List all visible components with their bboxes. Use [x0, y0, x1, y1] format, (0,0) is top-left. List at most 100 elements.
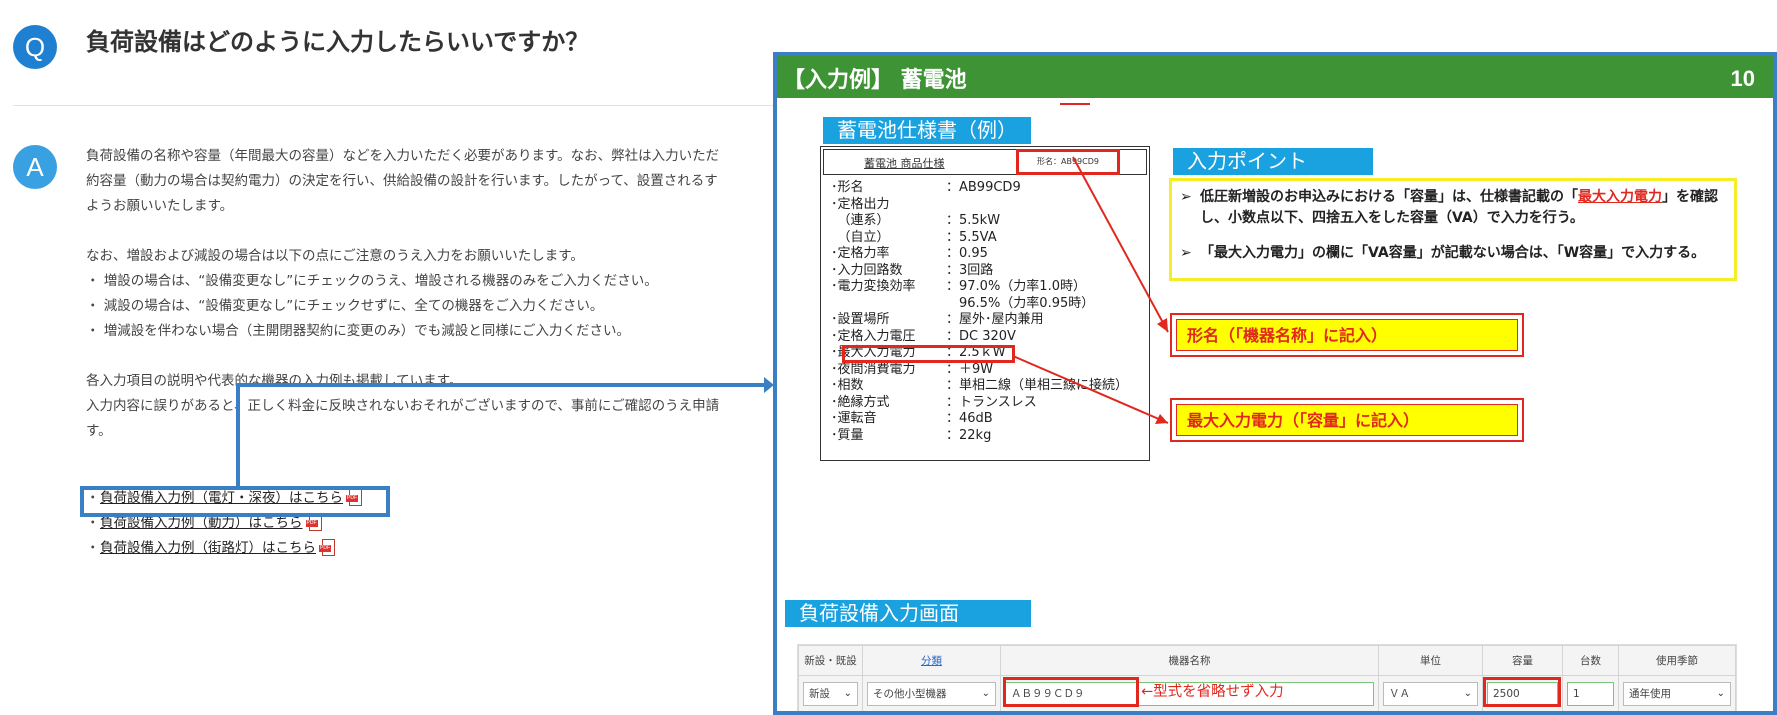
col-header: 使用季節 [1618, 645, 1736, 676]
spec-value: ：5.5VA [946, 229, 997, 245]
callout-capacity: 最大入力電力（「容量」に記入） [1170, 398, 1524, 442]
spec-label: 蓄電池仕様書（例） [823, 117, 1031, 144]
answer-badge: A [13, 145, 57, 189]
spec-value: ：5.5kW [946, 213, 1001, 228]
question-title: 負荷設備はどのように入力したらいいですか？ [86, 28, 590, 56]
spec-key: ･相数 [831, 378, 864, 393]
example-slide: 【入力例】 蓄電池 10 蓄電池仕様書（例） 蓄電池 商品仕様 形名：AB99C… [773, 52, 1777, 715]
answer-line: ・ 増減設を伴わない場合（主開閉器契約に変更のみ）でも減設と同様にご入力ください… [86, 323, 631, 339]
spec-product-name: 蓄電池 商品仕様 [864, 157, 945, 170]
connector-line [236, 383, 766, 387]
spec-row: ･形名 ：AB99CD9 [831, 180, 1128, 197]
device-name-highlight [1003, 677, 1139, 707]
slide-title: 【入力例】 蓄電池 [783, 68, 967, 93]
point-text: 低圧新増設のお申込みにおける「容量」は、仕様書記載の「最大入力電力」を確認し、小… [1200, 189, 1718, 226]
point-item: ➢ 低圧新増設のお申込みにおける「容量」は、仕様書記載の「最大入力電力」を確認し… [1180, 187, 1726, 229]
spec-key: ･形名 [831, 180, 864, 195]
arrow-bullet-icon: ➢ [1180, 245, 1192, 261]
spec-key [831, 296, 946, 313]
spec-key: （連系） [831, 213, 890, 228]
answer-line: す。 [86, 423, 112, 439]
slide-page-number: 10 [1730, 66, 1755, 91]
max-input-highlight [842, 345, 1015, 363]
new-existing-select[interactable]: 新設 ⌄ [803, 681, 858, 706]
connector-line [236, 384, 240, 488]
form-label: 負荷設備入力画面 [785, 600, 1031, 627]
spec-row: ･相数 ：単相二線（単相三線に接続） [831, 378, 1128, 395]
col-header: 新設・既設 [798, 645, 863, 676]
answer-line: ・ 減設の場合は、“設備変更なし”にチェックせずに、全ての機器をご入力ください。 [86, 298, 604, 314]
answer-line [86, 219, 776, 244]
spec-value: ：屋外･屋内兼用 [946, 312, 1044, 327]
col-header: 容量 [1482, 645, 1563, 676]
spec-row: ･夜間消費電力 ：＋9W [831, 362, 1128, 379]
load-equipment-form: 新設・既設 分類 機器名称 単位 容量 台数 使用季節 新設 ⌄ その他小型機器 ⌄… [797, 644, 1737, 711]
category-help-link[interactable]: 分類 [921, 655, 942, 667]
spec-value: ：AB99CD9 [946, 180, 1021, 195]
chevron-down-icon: ⌄ [1463, 688, 1472, 699]
spec-key: ･設置場所 [831, 312, 890, 327]
unit-select[interactable]: ＶＡ ⌄ [1383, 681, 1478, 706]
link-highlight-frame [80, 486, 390, 517]
col-header: 機器名称 [1000, 645, 1379, 676]
count-input[interactable]: 1 [1567, 681, 1614, 706]
answer-line: ・ 増設の場合は、“設備変更なし”にチェックのうえ、増設される機器のみをご入力く… [86, 273, 658, 289]
spec-value: ：3回路 [946, 262, 994, 278]
spec-sheet: 蓄電池 商品仕様 形名：AB99CD9 ･形名 ：AB99CD9 ･定格出力 （連系… [820, 146, 1150, 461]
spec-value: ：＋9W [946, 361, 994, 377]
spec-row: ･設置場所 ：屋外･屋内兼用 [831, 312, 1128, 329]
spec-row: ･定格力率 ：0.95 [831, 246, 1128, 263]
chevron-down-icon: ⌄ [981, 688, 990, 699]
spec-row: （連系） ：5.5kW [831, 213, 1128, 230]
callout-model: 形名（「機器名称」に記入） [1170, 313, 1524, 357]
list-item: ・ 負荷設備入力例（街路灯）はこちら PDF [86, 536, 363, 561]
chevron-down-icon: ⌄ [1716, 688, 1725, 699]
spec-value: 96.5%（力率0.95時） [946, 295, 1095, 311]
answer-line: ようお願いいたします。 [86, 198, 234, 214]
spec-key: ･夜間消費電力 [831, 361, 916, 377]
spec-key: ･電力変換効率 [831, 279, 916, 294]
season-select[interactable]: 通年使用 ⌄ [1623, 681, 1731, 706]
answer-line [86, 344, 776, 369]
col-header: 台数 [1562, 645, 1619, 676]
points-label: 入力ポイント [1173, 148, 1373, 175]
pdf-icon[interactable]: PDF [319, 539, 336, 558]
question-badge: Q [13, 25, 57, 69]
spec-value: ：単相二線（単相三線に接続） [946, 378, 1129, 393]
spec-key: ･質量 [831, 427, 864, 443]
spec-key: ･定格入力電圧 [831, 328, 916, 344]
spec-value: ：46dB [946, 411, 993, 426]
spec-model-box: 形名：AB99CD9 [1016, 149, 1120, 175]
spec-row: ･質量 ：22kg [831, 428, 1128, 445]
spec-row: ･定格出力 [831, 197, 1128, 214]
capacity-highlight [1483, 677, 1561, 707]
spec-header: 蓄電池 商品仕様 形名：AB99CD9 [823, 149, 1147, 175]
spec-key: ･絶縁方式 [831, 394, 890, 410]
answer-body: 負荷設備の名称や容量（年間最大の容量）などを入力いただく必要があります。なお、弊… [86, 144, 776, 444]
spec-key: ･定格出力 [831, 196, 890, 212]
spec-key: ･定格力率 [831, 246, 890, 261]
spec-row: ･運転音 ：46dB [831, 411, 1128, 428]
bullet: ・ [86, 540, 100, 556]
spec-value: ：トランスレス [946, 394, 1037, 410]
spec-row: ･定格入力電圧 ：DC 320V [831, 329, 1128, 346]
category-select[interactable]: その他小型機器 ⌄ [867, 681, 996, 706]
spec-rows: ･形名 ：AB99CD9 ･定格出力 （連系） ：5.5kW （自立） ：5.5VA ･定… [831, 180, 1128, 444]
answer-line: 約容量（動力の場合は契約電力）の決定を行い、供給設備の設計を行います。したがって… [86, 173, 718, 189]
spec-row: ･電力変換効率 ：97.0%（力率1.0時） [831, 279, 1128, 296]
col-header: 単位 [1378, 645, 1483, 676]
spec-value: ：97.0%（力率1.0時） [946, 279, 1086, 294]
slide-header: 【入力例】 蓄電池 10 [777, 56, 1773, 98]
arrow-bullet-icon: ➢ [1180, 189, 1192, 205]
input-points: ➢ 低圧新増設のお申込みにおける「容量」は、仕様書記載の「最大入力電力」を確認し… [1169, 178, 1737, 281]
spec-row: （自立） ：5.5VA [831, 230, 1128, 247]
link-example-streetlight[interactable]: 負荷設備入力例（街路灯）はこちら [100, 536, 316, 561]
divider [13, 105, 773, 106]
answer-line: 各入力項目の説明や代表的な機器の入力例も掲載しています。 [86, 373, 463, 389]
spec-key: （自立） [831, 229, 890, 245]
device-name-note: ←型式を省略せず入力 [1141, 684, 1284, 700]
spec-value: ：22kg [946, 427, 992, 443]
spec-key: ･運転音 [831, 411, 877, 426]
point-text: 「最大入力電力」の欄に「VA容量」が記載ない場合は、「W容量」で入力する。 [1200, 245, 1706, 261]
spec-row: ･絶縁方式 ：トランスレス [831, 395, 1128, 412]
